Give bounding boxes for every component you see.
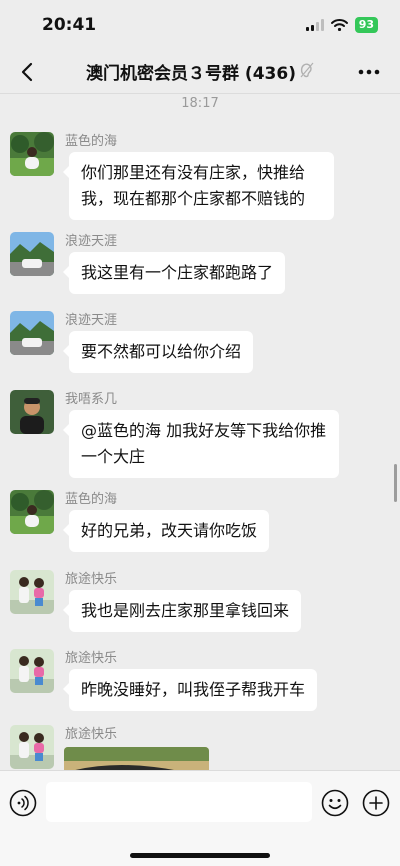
sender-name: 浪迹天涯: [65, 234, 118, 249]
add-button[interactable]: [362, 789, 390, 817]
battery-indicator: 93: [354, 17, 378, 33]
avatar-person-lawn[interactable]: [10, 132, 54, 176]
chevron-left-icon: [21, 62, 33, 82]
signal-icon: [305, 16, 324, 35]
avatar-two-kids[interactable]: [10, 649, 54, 693]
voice-button[interactable]: [9, 789, 37, 817]
avatar-man-photo[interactable]: [10, 390, 54, 434]
sender-name: 旅途快乐: [65, 651, 118, 666]
emoji-button[interactable]: [321, 789, 349, 817]
message-bubble[interactable]: 好的兄弟，改天请你吃饭: [62, 510, 270, 552]
message-bubble[interactable]: 你们那里还有没有庄家，快推给我，现在都那个庄家都不赔钱的: [63, 152, 334, 220]
sender-name: 旅途快乐: [65, 727, 118, 742]
wifi-icon: [330, 16, 348, 35]
chat-area[interactable]: 18:17 蓝色的海 你们那里还有没有庄家，快推给我，现在都那个庄家都不赔钱的: [0, 94, 400, 770]
message-bubble[interactable]: 昨晚没睡好，叫我侄子帮我开车: [62, 669, 318, 711]
avatar-person-lawn[interactable]: [10, 490, 54, 534]
title-wrap: 澳门机密会员３号群 (436): [86, 59, 314, 84]
more-button[interactable]: [354, 59, 384, 85]
input-bar: [0, 770, 400, 866]
emoji-icon: [321, 789, 349, 817]
status-time: 20:41: [42, 15, 97, 35]
sender-name: 蓝色的海: [65, 134, 118, 149]
message-bubble[interactable]: 我这里有一个庄家都跑路了: [62, 252, 286, 294]
avatar-car-mountains[interactable]: [10, 311, 54, 355]
back-button[interactable]: [14, 59, 40, 85]
sender-name: 旅途快乐: [65, 572, 118, 587]
timestamp: 18:17: [181, 96, 219, 111]
chat-header: 澳门机密会员３号群 (436): [0, 50, 400, 94]
status-bar: 20:41 93: [0, 0, 400, 50]
message-input[interactable]: [46, 782, 312, 822]
image-message[interactable]: [64, 747, 209, 770]
avatar-two-kids[interactable]: [10, 570, 54, 614]
scroll-indicator[interactable]: [394, 464, 397, 502]
message-bubble[interactable]: 我也是刚去庄家那里拿钱回来: [62, 590, 302, 632]
more-dots-icon: [358, 69, 380, 75]
message-bubble[interactable]: 要不然都可以给你介绍: [62, 331, 254, 373]
message-bubble[interactable]: @蓝色的海 加我好友等下我给你推一个大庄: [63, 410, 339, 478]
sender-name: 浪迹天涯: [65, 313, 118, 328]
group-title: 澳门机密会员３号群 (436): [86, 64, 296, 84]
status-icons: 93: [305, 16, 378, 35]
home-indicator: [130, 853, 270, 858]
avatar-car-mountains[interactable]: [10, 232, 54, 276]
plus-icon: [362, 789, 390, 817]
car-photo-icon: [64, 747, 209, 770]
mute-icon: [300, 62, 314, 82]
sender-name: 蓝色的海: [65, 492, 118, 507]
avatar-two-kids[interactable]: [10, 725, 54, 769]
voice-icon: [9, 789, 37, 817]
sender-name: 我唔系几: [65, 392, 118, 407]
